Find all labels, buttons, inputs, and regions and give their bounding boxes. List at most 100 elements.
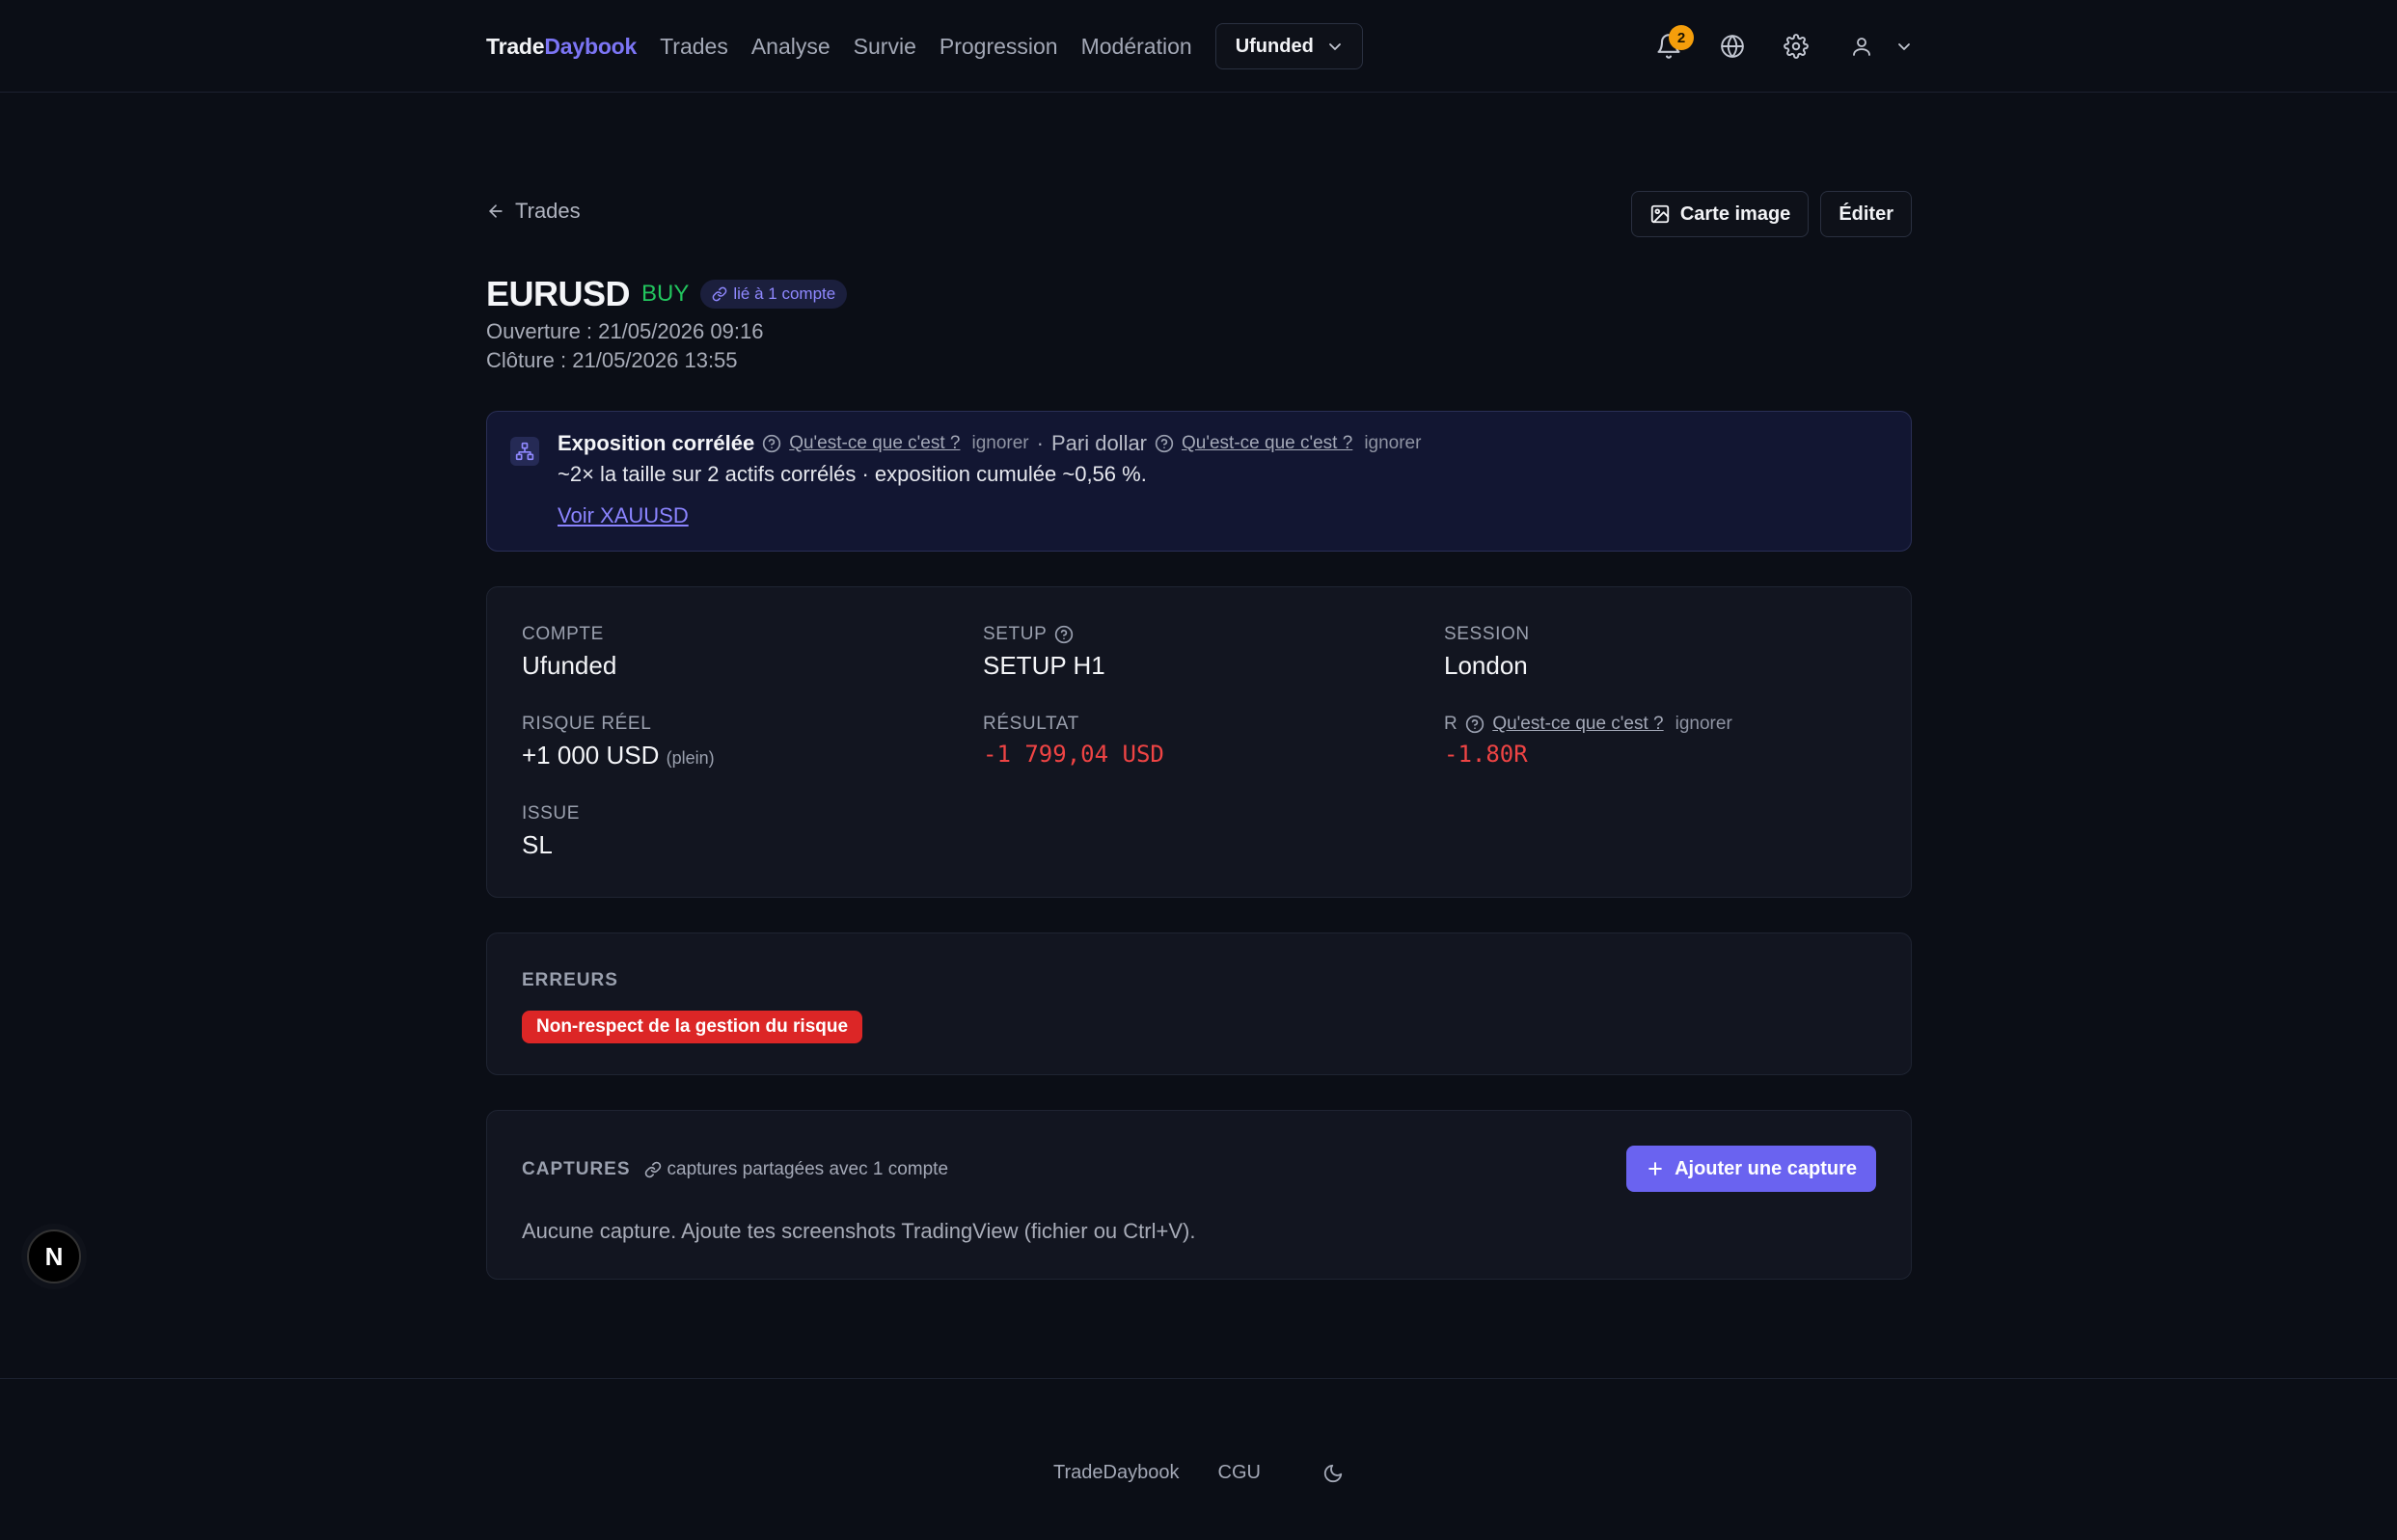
dollar-bet-ignore-link[interactable]: ignorer [1364, 433, 1421, 454]
risque-label: RISQUE RÉEL [522, 714, 652, 734]
correlated-exposure-alert: Exposition corrélée Qu'est-ce que c'est … [486, 411, 1912, 552]
setup-label: SETUP [983, 624, 1048, 644]
setup-value: SETUP H1 [983, 651, 1105, 680]
help-circle-icon[interactable] [1155, 434, 1174, 453]
close-date: Clôture : 21/05/2026 13:55 [486, 348, 738, 372]
navbar-actions: 2 [1649, 0, 1912, 93]
add-capture-button[interactable]: Ajouter une capture [1626, 1146, 1876, 1192]
exposure-help-link[interactable]: Qu'est-ce que c'est ? [789, 433, 960, 454]
help-circle-icon[interactable] [1465, 715, 1485, 734]
dollar-bet-label: Pari dollar [1050, 431, 1148, 455]
moon-icon [1323, 1464, 1343, 1482]
linked-account-label: lié à 1 compte [733, 284, 836, 303]
captures-shared-note: captures partagées avec 1 compte [644, 1159, 949, 1180]
compte-value: Ufunded [522, 651, 617, 680]
field-r: R Qu'est-ce que c'est ? ignorer -1.80R [1444, 714, 1732, 768]
brand-trade: Trade [486, 33, 545, 59]
nav-link-trades[interactable]: Trades [660, 34, 728, 60]
brand-daybook: Daybook [544, 33, 638, 59]
issue-label: ISSUE [522, 803, 581, 824]
issue-value: SL [522, 830, 553, 859]
captures-shared-label: captures partagées avec 1 compte [667, 1159, 949, 1179]
resultat-value: -1 799,04 USD [983, 741, 1164, 768]
edit-button[interactable]: Éditer [1820, 191, 1912, 237]
gear-icon [1784, 34, 1809, 59]
linked-account-badge[interactable]: lié à 1 compte [700, 280, 848, 309]
r-ignore-link[interactable]: ignorer [1675, 714, 1732, 735]
nav-link-moderation[interactable]: Modération [1081, 34, 1192, 60]
brand-logo[interactable]: TradeDaybook [486, 34, 637, 60]
globe-icon [1721, 35, 1744, 58]
add-capture-label: Ajouter une capture [1675, 1157, 1857, 1179]
image-card-label: Carte image [1679, 203, 1791, 225]
footer: TradeDaybook CGU [0, 1378, 2397, 1540]
footer-cgu-link[interactable]: CGU [1218, 1462, 1261, 1484]
resultat-label: RÉSULTAT [983, 714, 1079, 734]
field-session: SESSION London [1444, 624, 1530, 681]
trade-side: BUY [641, 281, 690, 307]
dollar-bet-help-link[interactable]: Qu'est-ce que c'est ? [1182, 433, 1352, 454]
field-issue: ISSUE SL [522, 803, 580, 860]
trade-symbol: EURUSD [486, 274, 631, 313]
arrow-left-icon [489, 204, 503, 218]
page-actions: Carte image Éditer [1630, 191, 1912, 237]
dev-tools-badge[interactable]: N [27, 1229, 81, 1283]
risque-value-row: +1 000 USD (plein) [522, 741, 715, 770]
r-help-link[interactable]: Qu'est-ce que c'est ? [1492, 714, 1663, 735]
captures-card: CAPTURES captures partagées avec 1 compt… [486, 1110, 1912, 1280]
open-date: Ouverture : 21/05/2026 09:16 [486, 319, 764, 343]
footer-brand-link[interactable]: TradeDaybook [1053, 1462, 1179, 1484]
field-setup: SETUP SETUP H1 [983, 624, 1105, 681]
edit-label: Éditer [1839, 203, 1893, 225]
notification-count-badge: 2 [1669, 25, 1694, 50]
errors-title: ERREURS [522, 970, 618, 990]
language-button[interactable] [1713, 27, 1752, 66]
nav-link-progression[interactable]: Progression [940, 34, 1058, 60]
session-value: London [1444, 651, 1528, 680]
back-label: Trades [515, 199, 581, 223]
theme-toggle[interactable] [1322, 1463, 1344, 1484]
exposure-title: Exposition corrélée [558, 431, 755, 455]
view-correlated-link[interactable]: Voir XAUUSD [558, 503, 689, 528]
nav-link-survie[interactable]: Survie [854, 34, 916, 60]
plus-icon [1648, 1162, 1662, 1175]
error-tag: Non-respect de la gestion du risque [522, 1011, 863, 1043]
field-compte: COMPTE Ufunded [522, 624, 616, 681]
separator-dot: · [1036, 431, 1044, 455]
image-card-button[interactable]: Carte image [1630, 191, 1810, 237]
risque-value: +1 000 USD [522, 741, 660, 770]
chevron-down-icon [1898, 43, 1910, 50]
errors-list: Non-respect de la gestion du risque [522, 1011, 863, 1043]
account-selector-label: Ufunded [1235, 35, 1314, 57]
back-to-trades-link[interactable]: Trades [486, 199, 581, 224]
r-label: R [1444, 714, 1458, 734]
nav-link-analyse[interactable]: Analyse [751, 34, 831, 60]
link-icon [713, 286, 727, 302]
captures-title: CAPTURES [522, 1159, 631, 1179]
settings-button[interactable] [1777, 27, 1815, 66]
exposure-description: ~2× la taille sur 2 actifs corrélés · ex… [558, 462, 1147, 486]
notifications-button[interactable]: 2 [1649, 25, 1694, 66]
r-label-row: R Qu'est-ce que c'est ? ignorer [1444, 714, 1732, 735]
user-icon [1853, 38, 1870, 56]
field-risque: RISQUE RÉEL +1 000 USD (plein) [522, 714, 715, 770]
account-selector[interactable]: Ufunded [1214, 23, 1363, 69]
top-navbar: TradeDaybook Trades Analyse Survie Progr… [0, 0, 2397, 93]
link-icon [644, 1161, 661, 1178]
help-circle-icon[interactable] [1054, 625, 1074, 644]
risque-note: (plein) [666, 748, 715, 768]
trade-details-card: COMPTE Ufunded SETUP SETUP H1 SESSION Lo… [486, 586, 1912, 898]
user-menu-button[interactable] [1850, 27, 1912, 66]
session-label: SESSION [1444, 624, 1530, 644]
captures-header: CAPTURES captures partagées avec 1 compt… [522, 1159, 948, 1180]
captures-empty-text: Aucune capture. Ajoute tes screenshots T… [522, 1219, 1196, 1243]
network-icon [510, 437, 539, 466]
compte-label: COMPTE [522, 624, 604, 644]
footer-links: TradeDaybook CGU [0, 1462, 2397, 1484]
field-resultat: RÉSULTAT -1 799,04 USD [983, 714, 1164, 768]
image-icon [1650, 204, 1669, 224]
help-circle-icon[interactable] [762, 434, 781, 453]
exposure-ignore-link[interactable]: ignorer [971, 433, 1028, 454]
errors-card: ERREURS Non-respect de la gestion du ris… [486, 932, 1912, 1075]
setup-label-row: SETUP [983, 624, 1105, 645]
